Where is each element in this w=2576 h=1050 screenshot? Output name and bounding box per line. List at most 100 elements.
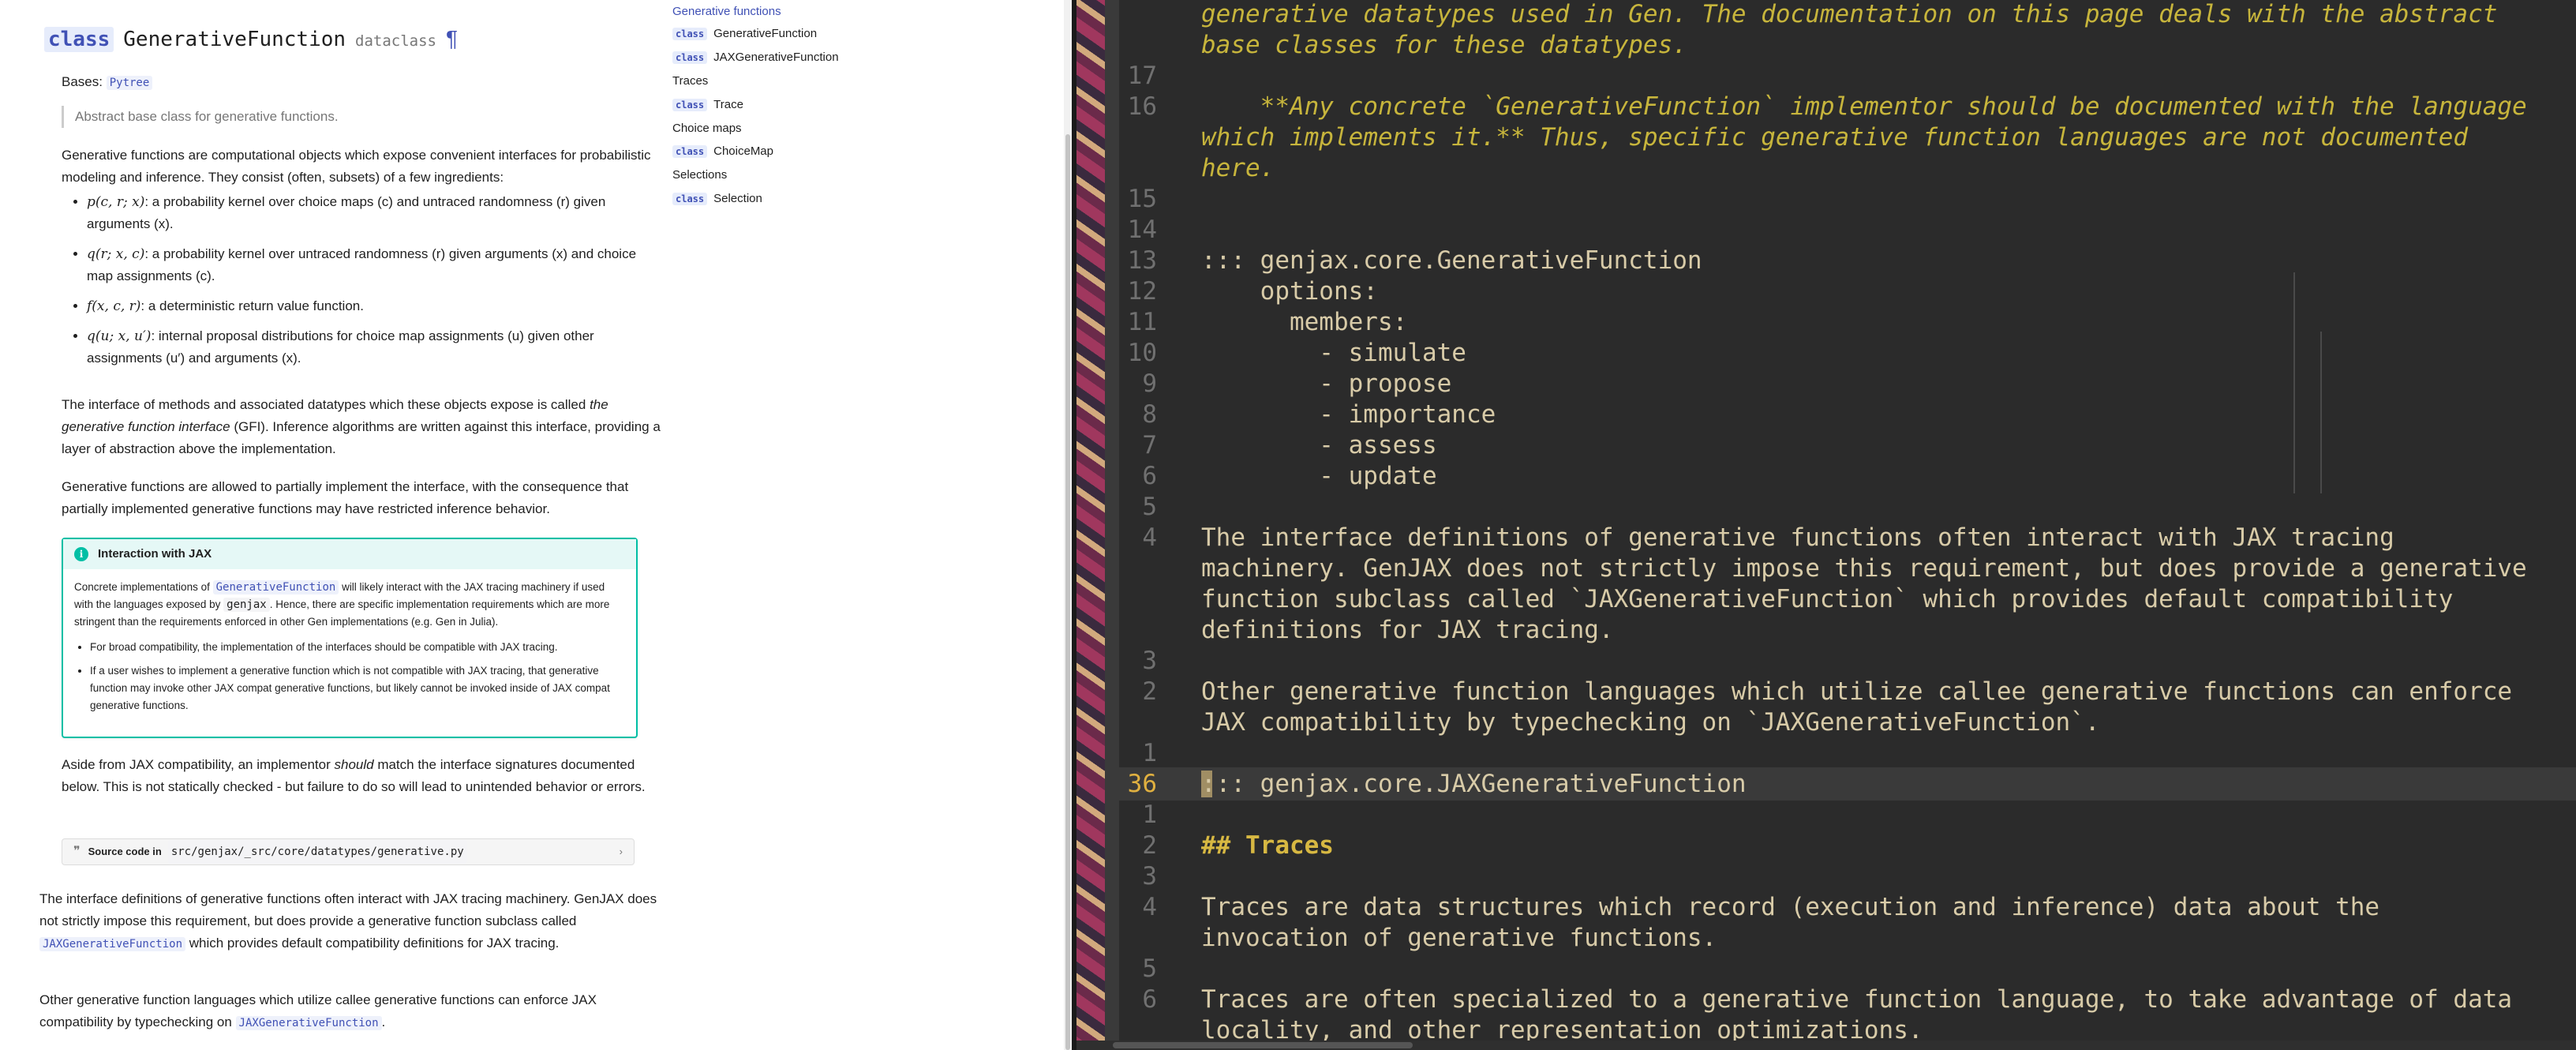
chevron-right-icon: › (619, 846, 623, 857)
line-number: 2 (1142, 831, 1157, 860)
class-name: GenerativeFunction (123, 28, 346, 51)
editor-line[interactable]: 14 (1119, 216, 2576, 246)
toc-item-selection[interactable]: class Selection (672, 192, 762, 205)
toc-item-selections[interactable]: Selections (672, 168, 727, 182)
toc-class-badge: class (672, 144, 708, 158)
line-text: **Any concrete `GenerativeFunction` impl… (1201, 92, 2527, 121)
line-text: here. (1201, 154, 1275, 182)
editor-line[interactable]: 16 **Any concrete `GenerativeFunction` i… (1119, 92, 2576, 123)
editor-line[interactable]: 3 (1119, 862, 2576, 893)
editor-line[interactable]: here. (1119, 154, 2576, 185)
editor-line[interactable]: 5 (1119, 493, 2576, 523)
editor-line[interactable]: 9 - propose (1119, 369, 2576, 400)
inline-code: GenerativeFunction (212, 580, 339, 594)
editor-line[interactable]: 1 (1119, 739, 2576, 770)
editor-line-current[interactable]: 36::: genjax.core.JAXGenerativeFunction (1119, 770, 2576, 801)
toc-item-jaxgenerativefunction[interactable]: class JAXGenerativeFunction (672, 51, 839, 64)
editor-line[interactable]: 3 (1119, 647, 2576, 677)
editor-line[interactable]: 6 - update (1119, 462, 2576, 493)
toc-label: Choice maps (672, 122, 742, 135)
toc-item-traces[interactable]: Traces (672, 74, 708, 88)
line-text: options: (1201, 277, 1378, 306)
editor-line[interactable]: 10 - simulate (1119, 339, 2576, 369)
line-number: 14 (1127, 216, 1157, 244)
docs-scrollbar-thumb[interactable] (1065, 134, 1070, 1050)
aside-paragraph: Aside from JAX compatibility, an impleme… (62, 754, 661, 798)
summary-quote: Abstract base class for generative funct… (62, 106, 339, 128)
line-number: 4 (1142, 893, 1157, 921)
line-number: 9 (1142, 369, 1157, 398)
editor-line[interactable]: function subclass called `JAXGenerativeF… (1119, 585, 2576, 616)
line-number: 36 (1127, 770, 1157, 798)
editor-line[interactable]: 4 The interface definitions of generative… (1119, 523, 2576, 554)
admonition-body: Concrete implementations of GenerativeFu… (63, 569, 636, 730)
line-text: Traces are often specialized to a genera… (1201, 985, 2513, 1014)
line-number: 1 (1142, 801, 1157, 829)
toc-item-generativefunction[interactable]: class GenerativeFunction (672, 27, 817, 40)
line-number: 3 (1142, 862, 1157, 891)
line-number: 7 (1142, 431, 1157, 459)
editor-line[interactable]: 17 (1119, 62, 2576, 92)
line-number: 5 (1142, 954, 1157, 983)
list-item-text: : a deterministic return value function. (140, 298, 364, 313)
editor-line[interactable]: 2 ## Traces (1119, 831, 2576, 862)
toc-item-generative-functions[interactable]: Generative functions (672, 5, 781, 18)
list-item-text: : a probability kernel over untraced ran… (87, 246, 637, 283)
text-span: . (381, 1014, 386, 1029)
tracing-paragraph: The interface definitions of generative … (39, 888, 663, 955)
editor-line[interactable]: 12 options: (1119, 277, 2576, 308)
editor-scrollbar-thumb[interactable] (1113, 1042, 1413, 1048)
line-text: The interface definitions of generative … (1201, 523, 2394, 552)
toc-class-badge: class (672, 192, 708, 205)
editor-line[interactable]: 6 Traces are often specialized to a gener… (1119, 985, 2576, 1016)
list-item: For broad compatibility, the implementat… (90, 639, 625, 656)
line-number: 16 (1127, 92, 1157, 121)
editor-line[interactable]: machinery. GenJAX does not strictly impo… (1119, 554, 2576, 585)
line-text: JAX compatibility by typechecking on `JA… (1201, 708, 2100, 737)
toc-label: Trace (713, 98, 743, 111)
admonition-list: For broad compatibility, the implementat… (74, 639, 625, 714)
toc-item-choicemap[interactable]: class ChoiceMap (672, 144, 773, 158)
editor-line[interactable]: 15 (1119, 185, 2576, 216)
editor-line[interactable]: 4 Traces are data structures which record… (1119, 893, 2576, 924)
line-text: base classes for these datatypes. (1201, 31, 1687, 59)
editor-line[interactable]: 13::: genjax.core.GenerativeFunction (1119, 246, 2576, 277)
inline-code: genjax (223, 598, 270, 612)
editor-line[interactable]: JAX compatibility by typechecking on `JA… (1119, 708, 2576, 739)
editor-line[interactable]: 1 (1119, 801, 2576, 831)
permalink-anchor[interactable]: ¶ (446, 28, 458, 50)
list-item: p(c, r; x): a probability kernel over ch… (87, 191, 655, 235)
line-number: 12 (1127, 277, 1157, 306)
toc-item-trace[interactable]: class Trace (672, 98, 743, 111)
text-span: Aside from JAX compatibility, an impleme… (62, 757, 335, 772)
editor-line[interactable]: which implements it.** Thus, specific ge… (1119, 123, 2576, 154)
editor-line[interactable]: base classes for these datatypes. (1119, 31, 2576, 62)
line-text: - update (1201, 462, 1437, 490)
editor-line[interactable]: invocation of generative functions. (1119, 924, 2576, 954)
editor-line[interactable]: 11 members: (1119, 308, 2576, 339)
editor-line[interactable]: 2 Other generative function languages whi… (1119, 677, 2576, 708)
line-text: ::: genjax.core.JAXGenerativeFunction (1201, 770, 1747, 798)
list-item: q(u; x, u′): internal proposal distribut… (87, 325, 655, 369)
editor-line[interactable]: definitions for JAX tracing. (1119, 616, 2576, 647)
line-text: machinery. GenJAX does not strictly impo… (1201, 554, 2527, 583)
toc-label: Generative functions (672, 5, 781, 18)
list-item: q(r; x, c): a probability kernel over un… (87, 243, 655, 287)
emphasis: should (334, 757, 374, 772)
toc-label: GenerativeFunction (713, 27, 818, 40)
inline-code: JAXGenerativeFunction (235, 1016, 382, 1030)
toc-item-choice-maps[interactable]: Choice maps (672, 122, 742, 135)
editor-pane[interactable]: generative datatypes used in Gen. The do… (1076, 0, 2576, 1050)
editor-line[interactable]: 5 (1119, 954, 2576, 985)
decorative-border (1076, 0, 1105, 1050)
editor-line[interactable]: generative datatypes used in Gen. The do… (1119, 0, 2576, 31)
text-span: Concrete implementations of (74, 581, 213, 593)
admonition-title: Interaction with JAX (98, 547, 212, 561)
toc-label: Selection (713, 192, 762, 205)
class-heading: class GenerativeFunction dataclass ¶ (44, 27, 458, 52)
editor-line[interactable]: 8 - importance (1119, 400, 2576, 431)
editor-line[interactable]: 7 - assess (1119, 431, 2576, 462)
bases-link[interactable]: Pytree (106, 76, 153, 90)
math-expr: p(c, r; x) (87, 194, 145, 210)
source-code-toggle[interactable]: ❞ Source code in src/genjax/_src/core/da… (62, 838, 635, 865)
